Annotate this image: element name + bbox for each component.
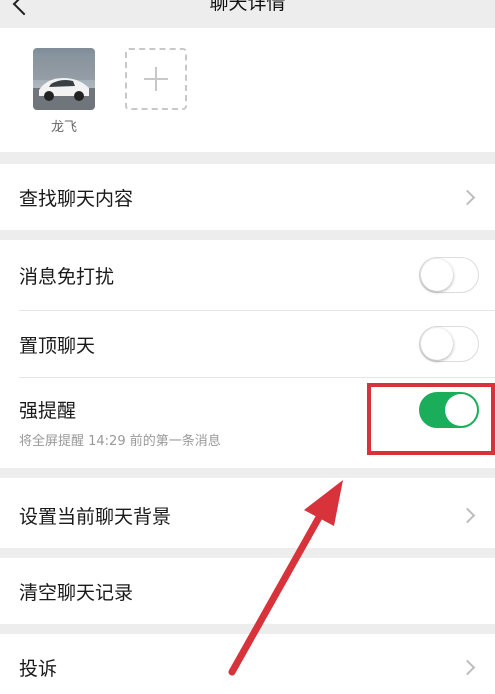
annotation-arrow-icon xyxy=(228,480,343,676)
